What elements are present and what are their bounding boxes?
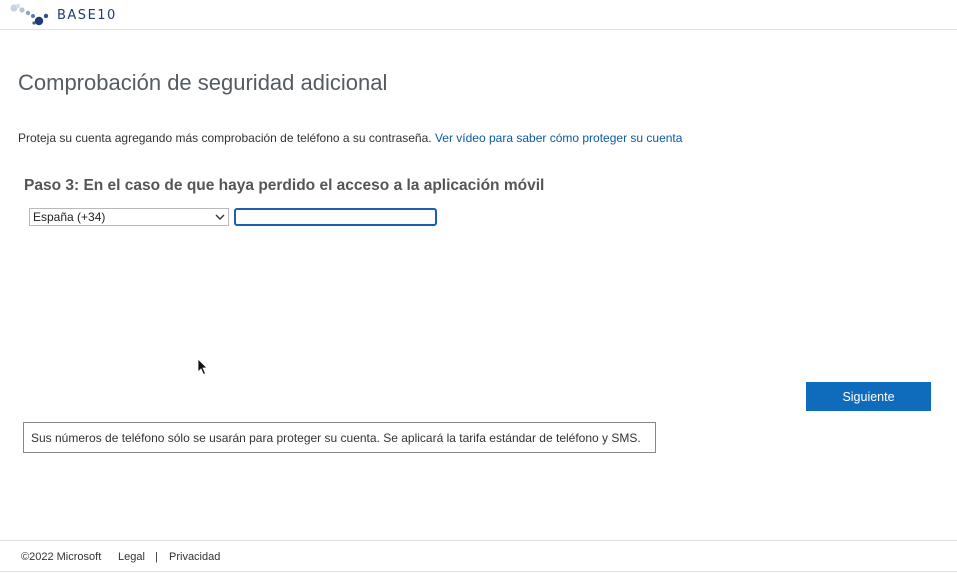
country-select-value: España (+34) [33,210,106,224]
phone-number-input[interactable] [234,208,437,226]
logo-text: BASE10 [57,8,117,23]
step-title: Paso 3: En el caso de que haya perdido e… [24,177,545,194]
country-select[interactable]: España (+34) [29,208,229,226]
copyright-text: ©2022 Microsoft [21,551,102,563]
privacy-link[interactable]: Privacidad [169,551,220,563]
mouse-pointer-icon [197,358,208,376]
header: BASE10 [0,0,957,30]
chevron-down-icon [215,214,225,220]
page-title: Comprobación de seguridad adicional [18,70,388,95]
legal-link[interactable]: Legal [118,551,145,563]
logo-mark-icon [10,3,49,26]
next-button[interactable]: Siguiente [806,382,931,411]
intro-paragraph: Proteja su cuenta agregando más comproba… [18,131,682,145]
footer-separator: | [155,551,158,563]
phone-usage-notice: Sus números de teléfono sólo se usarán p… [23,422,656,453]
footer: ©2022 Microsoft Legal | Privacidad [0,540,957,572]
base10-logo: BASE10 [8,2,118,28]
watch-video-link[interactable]: Ver vídeo para saber cómo proteger su cu… [435,131,682,145]
intro-text: Proteja su cuenta agregando más comproba… [18,131,432,145]
